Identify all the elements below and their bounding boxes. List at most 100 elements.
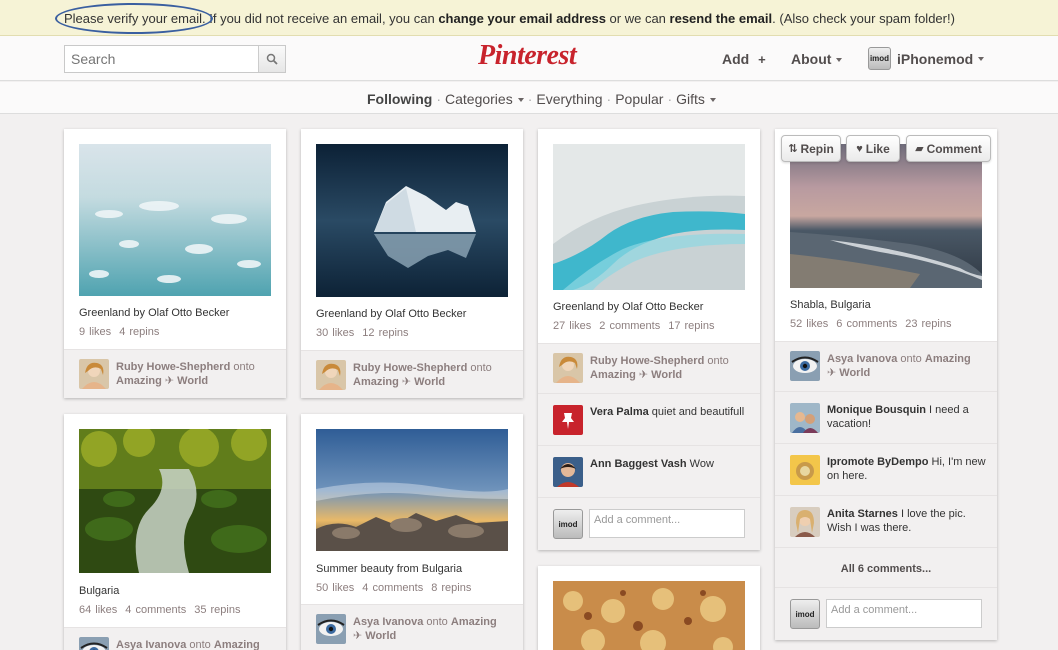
pin-image[interactable]: [316, 144, 508, 297]
comment-count[interactable]: 4 comments: [362, 582, 423, 594]
like-count[interactable]: 27 likes: [553, 320, 591, 332]
pinner-name[interactable]: Ruby Howe-Shepherd: [590, 355, 704, 367]
nav-categories[interactable]: Categories: [441, 91, 528, 107]
user-avatar: imod: [868, 47, 891, 70]
commenter-name[interactable]: Ann Baggest Vash: [590, 458, 687, 470]
pin-card[interactable]: Greenland by Olaf Otto Becker 9 likes 4 r…: [64, 129, 286, 398]
about-menu[interactable]: About: [791, 51, 843, 67]
comment-button[interactable]: ▰ Comment: [906, 135, 991, 162]
pin-attribution: Ruby Howe-Shepherd onto Amazing ✈ World: [538, 343, 760, 393]
commenter-name[interactable]: Anita Starnes: [827, 508, 898, 520]
avatar[interactable]: [790, 403, 820, 433]
repin-count[interactable]: 4 repins: [119, 326, 159, 338]
search-input[interactable]: [65, 46, 259, 72]
nav-everything[interactable]: Everything: [532, 91, 606, 107]
pin-description: Shabla, Bulgaria: [790, 299, 871, 311]
commenter-name[interactable]: Ipromote ByDempo: [827, 456, 928, 468]
nav-gifts[interactable]: Gifts: [672, 91, 720, 107]
avatar[interactable]: [316, 360, 346, 390]
repin-count[interactable]: 35 repins: [194, 604, 240, 616]
pin-attribution: Ruby Howe-Shepherd onto Amazing ✈ World: [301, 350, 523, 398]
comment-count[interactable]: 6 comments: [836, 318, 897, 330]
pin-stats: 9 likes 4 repins: [79, 326, 167, 338]
like-count[interactable]: 9 likes: [79, 326, 111, 338]
pin-card[interactable]: Summer beauty from Bulgaria 50 likes 4 co…: [301, 414, 523, 650]
avatar[interactable]: [316, 614, 346, 644]
pin-card[interactable]: [538, 566, 760, 650]
heart-icon: ♥: [856, 142, 863, 155]
pinner-name[interactable]: Asya Ivanova: [353, 616, 423, 628]
resend-email-link[interactable]: resend the email: [670, 11, 773, 26]
nav-popular[interactable]: Popular: [611, 91, 667, 107]
pin-image[interactable]: [79, 144, 271, 296]
board-name[interactable]: Amazing ✈ World: [590, 369, 682, 381]
board-name[interactable]: ✈ World: [827, 367, 870, 379]
commenter-name[interactable]: Vera Palma: [590, 406, 649, 418]
pinner-name[interactable]: Asya Ivanova: [827, 353, 897, 365]
pinner-name[interactable]: Ruby Howe-Shepherd: [116, 361, 230, 373]
avatar[interactable]: [79, 637, 109, 650]
avatar[interactable]: [79, 359, 109, 389]
pin-card[interactable]: Greenland by Olaf Otto Becker 27 likes 2 …: [538, 129, 760, 550]
comment-item: Vera Palma quiet and beautifull: [538, 393, 760, 445]
pinterest-logo[interactable]: Pinterest: [478, 40, 582, 76]
nav-following[interactable]: Following: [367, 91, 436, 107]
pin-card[interactable]: Bulgaria 64 likes 4 comments 35 repins Asy…: [64, 414, 286, 650]
like-count[interactable]: 30 likes: [316, 327, 354, 339]
add-menu[interactable]: Add +: [722, 51, 766, 67]
user-name: iPhonemod: [897, 50, 974, 67]
pin-description: Greenland by Olaf Otto Becker: [316, 308, 467, 320]
board-name[interactable]: Amazing: [451, 616, 497, 628]
avatar[interactable]: [790, 351, 820, 381]
add-comment-row: imod Add a comment...: [538, 497, 760, 550]
pin-card[interactable]: Greenland by Olaf Otto Becker 30 likes 12…: [301, 129, 523, 398]
avatar[interactable]: [553, 457, 583, 487]
board-name[interactable]: Amazing: [925, 353, 971, 365]
all-comments-link[interactable]: All 6 comments...: [775, 563, 997, 575]
change-email-link[interactable]: change your email address: [438, 11, 606, 26]
add-label: Add: [722, 51, 750, 67]
pinner-name[interactable]: Asya Ivanova: [116, 639, 186, 650]
like-count[interactable]: 64 likes: [79, 604, 117, 616]
pushpin-icon[interactable]: [553, 405, 583, 435]
repin-button[interactable]: ⇅ Repin: [781, 135, 841, 162]
pin-image[interactable]: [316, 429, 508, 551]
search-button[interactable]: [258, 46, 285, 72]
pin-description: Summer beauty from Bulgaria: [316, 563, 463, 575]
pin-image[interactable]: [553, 144, 745, 290]
like-count[interactable]: 52 likes: [790, 318, 828, 330]
comment-input[interactable]: Add a comment...: [826, 599, 982, 628]
user-avatar: imod: [553, 509, 583, 539]
user-menu[interactable]: imod iPhonemod: [868, 47, 985, 70]
verify-text-1: Please verify your email.: [64, 11, 206, 26]
comment-item: Monique Bousquin I need a vacation!: [775, 391, 997, 443]
board-name[interactable]: Amazing: [214, 639, 260, 650]
commenter-name[interactable]: Monique Bousquin: [827, 404, 926, 416]
category-nav: Following · Categories · Everything · Popul…: [0, 82, 1058, 114]
pinner-name[interactable]: Ruby Howe-Shepherd: [353, 362, 467, 374]
repin-count[interactable]: 17 repins: [668, 320, 714, 332]
repin-count[interactable]: 12 repins: [362, 327, 408, 339]
comment-input[interactable]: Add a comment...: [589, 509, 745, 538]
top-header: Pinterest Add + About imod iPhonemod: [0, 36, 1058, 81]
chevron-down-icon: [517, 98, 524, 103]
comment-count[interactable]: 4 comments: [125, 604, 186, 616]
board-name[interactable]: Amazing ✈ World: [353, 376, 445, 388]
avatar[interactable]: [553, 353, 583, 383]
avatar[interactable]: [790, 507, 820, 537]
comment-count[interactable]: 2 comments: [599, 320, 660, 332]
repin-count[interactable]: 8 repins: [431, 582, 471, 594]
verify-text-3: or we can: [605, 11, 670, 26]
pin-image[interactable]: [790, 144, 982, 288]
like-button[interactable]: ♥ Like: [846, 135, 900, 162]
pin-card[interactable]: Shabla, Bulgaria 52 likes 6 comments 23 re…: [775, 129, 997, 640]
avatar[interactable]: [790, 455, 820, 485]
pin-image[interactable]: [553, 581, 745, 650]
add-comment-row: imod Add a comment...: [775, 587, 997, 640]
like-count[interactable]: 50 likes: [316, 582, 354, 594]
board-name[interactable]: ✈ World: [353, 630, 396, 642]
verify-text-4: . (Also check your spam folder!): [772, 11, 955, 26]
board-name[interactable]: Amazing ✈ World: [116, 375, 208, 387]
repin-count[interactable]: 23 repins: [905, 318, 951, 330]
pin-image[interactable]: [79, 429, 271, 573]
